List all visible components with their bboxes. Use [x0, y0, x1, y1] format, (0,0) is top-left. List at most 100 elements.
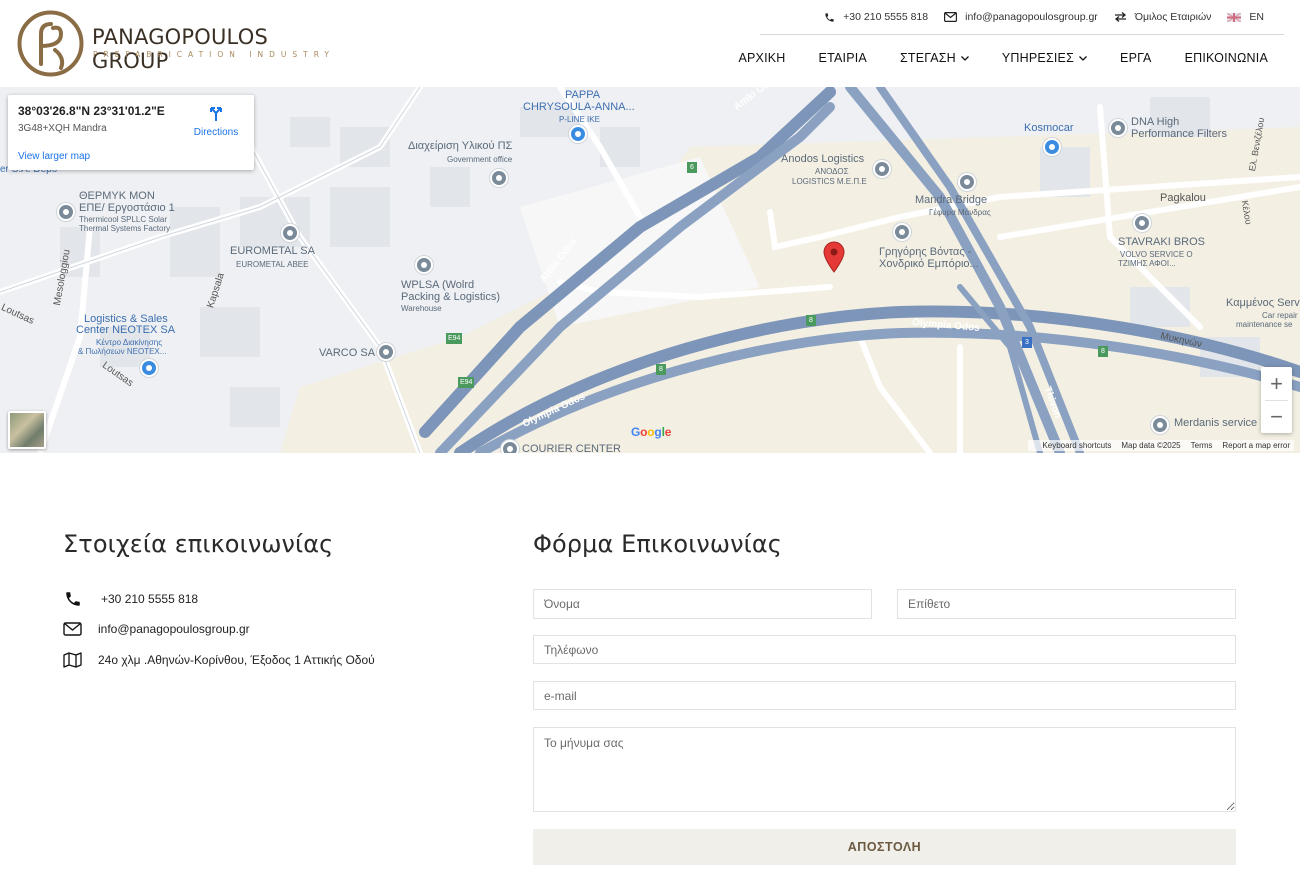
top-contact-bar: +30 210 5555 818 info@panagopoulosgroup.…: [808, 9, 1264, 25]
main-navigation: ΑΡΧΙΚΗ ΕΤΑΙΡΙΑ ΣΤΕΓΑΣΗ ΥΠΗΡΕΣΙΕΣ ΕΡΓΑ ΕΠ…: [705, 51, 1268, 65]
nav-item-label: ΥΠΗΡΕΣΙΕΣ: [1001, 51, 1075, 65]
map-icon: [63, 652, 82, 668]
map-attribution: Keyboard shortcuts Map data ©2025 Terms …: [1028, 440, 1294, 451]
language-switch[interactable]: EN: [1227, 11, 1264, 23]
terms-link[interactable]: Terms: [1191, 441, 1213, 450]
map-label: LOGISTICS Μ.Ε.Π.Ε: [792, 177, 867, 186]
brand-logo[interactable]: PANAGOPOULOS GROUP PREFABRICATION INDUST…: [17, 10, 347, 78]
road-label: Pagkalou: [1160, 192, 1206, 204]
map-label: ΕΠΕ/ Εργοστάσιο 1: [79, 202, 175, 214]
map-poi[interactable]: [1043, 138, 1061, 156]
map-poi[interactable]: [415, 256, 433, 274]
map-label: P-LINE IKE: [559, 115, 600, 124]
map-poi[interactable]: [281, 224, 299, 242]
nav-item-label: ΕΡΓΑ: [1120, 51, 1152, 65]
header-divider: [760, 34, 1284, 35]
phone-input[interactable]: [533, 635, 1236, 664]
nav-item-services[interactable]: ΥΠΗΡΕΣΙΕΣ: [1002, 51, 1087, 65]
topbar-phone[interactable]: +30 210 5555 818: [824, 11, 928, 23]
map-label: Γέφυρα Μάνδρας: [929, 208, 991, 217]
first-name-input[interactable]: [533, 589, 872, 619]
message-textarea[interactable]: [533, 727, 1236, 812]
contact-phone-label: +30 210 5555 818: [101, 592, 199, 606]
map-label: COURIER CENTER: [522, 443, 622, 454]
map-info-card: 38°03'26.8"N 23°31'01.2"E 3G48+XQH Mandr…: [8, 95, 254, 170]
map-label: Γρηγόρης Βόντας -: [879, 246, 972, 258]
phone-icon: [66, 592, 80, 606]
envelope-icon: [63, 622, 82, 636]
map-poi[interactable]: [140, 359, 158, 377]
nav-item-company[interactable]: ΕΤΑΙΡΙΑ: [819, 51, 867, 65]
map-label: Packing & Logistics): [401, 291, 501, 303]
map-label: WPLSA (Wolrd: [401, 279, 475, 291]
map-poi[interactable]: [569, 125, 587, 143]
contact-phone[interactable]: +30 210 5555 818: [63, 590, 198, 608]
location-map[interactable]: Attiki Odos Attiki Odos Olympia Odos Oly…: [0, 87, 1300, 453]
map-poi[interactable]: [377, 343, 395, 361]
topbar-group-link[interactable]: Όμιλος Εταιριών: [1114, 11, 1211, 23]
route-shield: 6: [687, 162, 697, 173]
contact-form-title: Φόρμα Επικοινωνίας: [533, 530, 782, 558]
map-poi[interactable]: [893, 223, 911, 241]
map-label: maintenance se: [1236, 320, 1293, 329]
last-name-input[interactable]: [897, 589, 1236, 619]
directions-button[interactable]: Directions: [192, 104, 240, 138]
map-poi[interactable]: [57, 203, 75, 221]
route-shield: 8: [656, 364, 666, 375]
map-poi[interactable]: [1109, 119, 1127, 137]
logo-mark-icon: [17, 10, 84, 77]
map-label: PAPPA: [565, 89, 601, 101]
brand-tagline: PREFABRICATION INDUSTRY: [93, 50, 336, 59]
map-label: & Πωλήσεων NEOTEX...: [78, 347, 167, 356]
zoom-in-button[interactable]: +: [1261, 367, 1292, 400]
map-poi[interactable]: [1133, 214, 1151, 232]
satellite-toggle[interactable]: [8, 411, 46, 449]
view-larger-map-link[interactable]: View larger map: [18, 151, 90, 162]
map-poi[interactable]: [1151, 416, 1169, 434]
nav-item-label: ΣΤΕΓΑΣΗ: [899, 51, 956, 65]
nav-item-home[interactable]: ΑΡΧΙΚΗ: [738, 51, 785, 65]
map-poi[interactable]: [501, 440, 519, 453]
location-pin-icon[interactable]: [823, 241, 845, 273]
map-label: CHRYSOULA-ANNA...: [523, 101, 635, 113]
envelope-icon: [944, 12, 958, 22]
report-error-link[interactable]: Report a map error: [1222, 441, 1290, 450]
map-label: Thermal Systems Factory: [79, 224, 171, 233]
map-data-text: Map data ©2025: [1121, 441, 1181, 450]
topbar-phone-label: +30 210 5555 818: [843, 11, 929, 23]
zoom-divider: [1265, 400, 1288, 401]
map-label: VARCO SA: [319, 347, 376, 359]
map-label: Χονδρικό Εμπόριο...: [879, 258, 979, 270]
keyboard-shortcuts-link[interactable]: Keyboard shortcuts: [1042, 441, 1111, 450]
nav-item-label: ΑΡΧΙΚΗ: [738, 51, 786, 65]
contact-address-label: 24ο χλμ .Αθηνών-Κορίνθου, Έξοδος 1 Αττικ…: [98, 653, 375, 667]
submit-button[interactable]: ΑΠΟΣΤΟΛΗ: [533, 829, 1236, 865]
contact-address: 24ο χλμ .Αθηνών-Κορίνθου, Έξοδος 1 Αττικ…: [63, 652, 375, 668]
directions-icon: [210, 107, 222, 121]
zoom-out-button[interactable]: −: [1261, 400, 1292, 433]
map-poi[interactable]: [958, 173, 976, 191]
map-poi[interactable]: [490, 169, 508, 187]
topbar-email-label: info@panagopoulosgroup.gr: [965, 11, 1098, 23]
swap-arrows-icon: [1114, 12, 1126, 22]
chevron-down-icon: [960, 55, 969, 61]
zoom-control: + −: [1261, 367, 1292, 433]
route-shield: 8: [1098, 346, 1108, 357]
nav-item-housing[interactable]: ΣΤΕΓΑΣΗ: [900, 51, 969, 65]
map-label: Warehouse: [401, 304, 442, 313]
nav-item-projects[interactable]: ΕΡΓΑ: [1120, 51, 1152, 65]
contact-email[interactable]: info@panagopoulosgroup.gr: [63, 622, 250, 636]
email-input[interactable]: [533, 681, 1236, 710]
google-logo: Google: [631, 425, 672, 439]
map-label: Καμμένος Serv: [1226, 297, 1300, 309]
nav-item-contact[interactable]: ΕΠΙΚΟΙΝΩΝΙΑ: [1185, 51, 1268, 65]
map-poi[interactable]: [873, 160, 891, 178]
topbar-email[interactable]: info@panagopoulosgroup.gr: [944, 11, 1098, 23]
contact-details-title: Στοιχεία επικοινωνίας: [63, 530, 334, 558]
uk-flag-icon: [1227, 12, 1242, 22]
map-label: DNA High: [1131, 116, 1180, 128]
map-label: Mandra Bridge: [915, 194, 988, 206]
route-shield: 3: [1022, 337, 1032, 348]
phone-icon: [825, 12, 834, 22]
map-label: EUROMETAL SA: [230, 245, 315, 257]
